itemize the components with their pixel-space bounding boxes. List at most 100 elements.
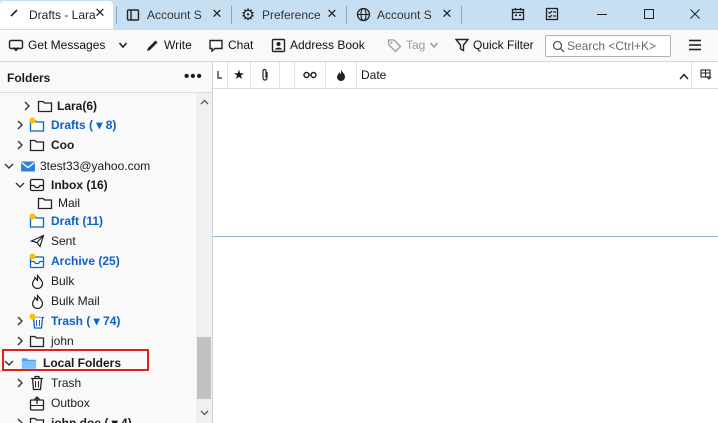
folder-label: Drafts ( ▾ 8)	[51, 118, 117, 132]
chevron-down-icon	[118, 42, 128, 49]
scroll-thumb[interactable]	[197, 337, 211, 399]
folder-tree-item[interactable]: Mail	[0, 193, 196, 213]
close-tab-icon[interactable]: ✕	[93, 5, 107, 20]
tab-label: Account S	[377, 7, 432, 22]
star-column-header[interactable]: ★	[228, 62, 251, 88]
get-messages-button[interactable]: Get Messages	[8, 34, 105, 56]
folder-tree-item[interactable]: Trash ( ▾ 74)	[0, 311, 196, 331]
chat-icon	[209, 39, 223, 52]
filter-icon	[455, 38, 469, 52]
folder-tree-item[interactable]: Bulk	[0, 271, 196, 291]
folder-tree-item[interactable]: Coo	[0, 135, 196, 155]
trash-icon	[29, 375, 45, 391]
main-toolbar: Get Messages Write Chat Address Book Tag…	[0, 30, 718, 62]
chevron-right-icon[interactable]	[15, 418, 25, 423]
thread-column-header[interactable]	[213, 62, 228, 88]
read-column-header[interactable]	[295, 62, 326, 88]
inbox-icon	[29, 177, 45, 193]
junk-icon	[29, 293, 45, 309]
tab-label: Drafts - Lara	[29, 8, 96, 22]
address-book-button[interactable]: Address Book	[271, 34, 365, 56]
search-input[interactable]	[565, 39, 667, 53]
tag-label: Tag	[406, 38, 426, 52]
tab-preferences[interactable]: ⚙ Preference ✕	[232, 2, 345, 27]
chevron-right-icon[interactable]	[15, 140, 25, 150]
scroll-down-icon[interactable]	[199, 408, 209, 418]
close-tab-icon[interactable]: ✕	[440, 6, 454, 21]
chevron-right-icon[interactable]	[15, 336, 25, 346]
folder-tree-item[interactable]: Sent	[0, 231, 196, 251]
tab-drafts-lara[interactable]: Drafts - Lara ✕	[0, 1, 113, 29]
get-messages-dropdown[interactable]	[118, 34, 132, 56]
minimize-icon[interactable]	[591, 4, 613, 24]
tab-account-settings-1[interactable]: Account S ✕	[117, 2, 230, 27]
folder-icon	[29, 137, 45, 153]
folder-label: Outbox	[51, 396, 90, 410]
column-picker-icon[interactable]	[700, 69, 712, 83]
get-messages-icon	[8, 39, 24, 52]
chat-label: Chat	[228, 38, 254, 52]
column-divider	[691, 62, 692, 88]
write-button[interactable]: Write	[145, 34, 192, 56]
junk-icon	[29, 273, 45, 289]
tag-button[interactable]: Tag	[387, 34, 443, 56]
gear-icon: ⚙	[240, 6, 256, 24]
search-box[interactable]	[545, 35, 671, 57]
close-tab-icon[interactable]: ✕	[210, 6, 224, 21]
folder-label: john doe ( ▾ 4)	[51, 416, 132, 423]
attachment-icon	[262, 68, 268, 81]
attachment-column-header[interactable]	[251, 62, 280, 88]
read-status-icon	[303, 71, 317, 79]
folder-tree-item[interactable]: Drafts ( ▾ 8)	[0, 115, 196, 135]
folder-pane-scrollbar[interactable]	[196, 93, 212, 423]
tasks-icon[interactable]	[541, 4, 563, 24]
app-menu-button[interactable]	[688, 34, 706, 56]
close-icon[interactable]	[684, 4, 706, 24]
folder-tree-item[interactable]: Inbox (16)	[0, 175, 196, 195]
folder-tree-item[interactable]: john doe ( ▾ 4)	[0, 413, 196, 423]
hamburger-icon	[689, 39, 701, 51]
chat-button[interactable]: Chat	[208, 34, 253, 56]
folder-tree-item[interactable]: Lara(6)	[0, 96, 196, 116]
sort-ascending-icon[interactable]	[679, 69, 689, 83]
chevron-right-icon[interactable]	[22, 101, 32, 111]
folder-tree-item[interactable]: Draft (11)	[0, 211, 196, 231]
mail-account-icon	[20, 158, 36, 174]
quick-filter-button[interactable]: Quick Filter	[455, 34, 534, 56]
folder-label: Trash ( ▾ 74)	[51, 314, 121, 328]
more-options-icon[interactable]: •••	[184, 68, 203, 85]
highlight-annotation	[2, 349, 149, 371]
chevron-down-icon[interactable]	[4, 161, 14, 171]
folder-icon	[37, 98, 53, 114]
folder-tree-item[interactable]: Trash	[0, 373, 196, 393]
address-book-icon	[271, 38, 286, 52]
get-messages-label: Get Messages	[28, 38, 106, 52]
calendar-icon[interactable]	[507, 4, 529, 24]
tab-label: Account S	[147, 7, 202, 22]
flame-icon	[337, 70, 345, 81]
folder-pane-title: Folders	[7, 71, 51, 85]
junk-column-header[interactable]	[326, 62, 357, 88]
folder-tree-item[interactable]: Outbox	[0, 393, 196, 413]
folder-tree-item[interactable]: 3test33@yahoo.com	[0, 156, 196, 176]
chevron-right-icon[interactable]	[15, 316, 25, 326]
archive-icon	[29, 253, 45, 269]
folder-tree-item[interactable]: john	[0, 331, 196, 351]
folder-icon	[37, 195, 53, 211]
chevron-right-icon[interactable]	[15, 120, 25, 130]
date-column-header[interactable]: Date	[361, 68, 386, 82]
pencil-icon	[147, 40, 158, 51]
folder-label: Lara(6)	[57, 99, 98, 113]
star-icon: ★	[233, 67, 245, 82]
chevron-right-icon[interactable]	[15, 378, 25, 388]
folder-tree-item[interactable]: Bulk Mail	[0, 291, 196, 311]
folder-label: Coo	[51, 138, 75, 152]
tab-account-settings-2[interactable]: Account S ✕	[347, 2, 460, 27]
scroll-up-icon[interactable]	[199, 97, 209, 107]
spacer-column-header	[280, 62, 295, 88]
drafts-folder-icon	[29, 213, 45, 229]
folder-tree-item[interactable]: Archive (25)	[0, 251, 196, 271]
maximize-icon[interactable]	[638, 4, 660, 24]
chevron-down-icon[interactable]	[15, 180, 25, 190]
close-tab-icon[interactable]: ✕	[325, 6, 339, 21]
